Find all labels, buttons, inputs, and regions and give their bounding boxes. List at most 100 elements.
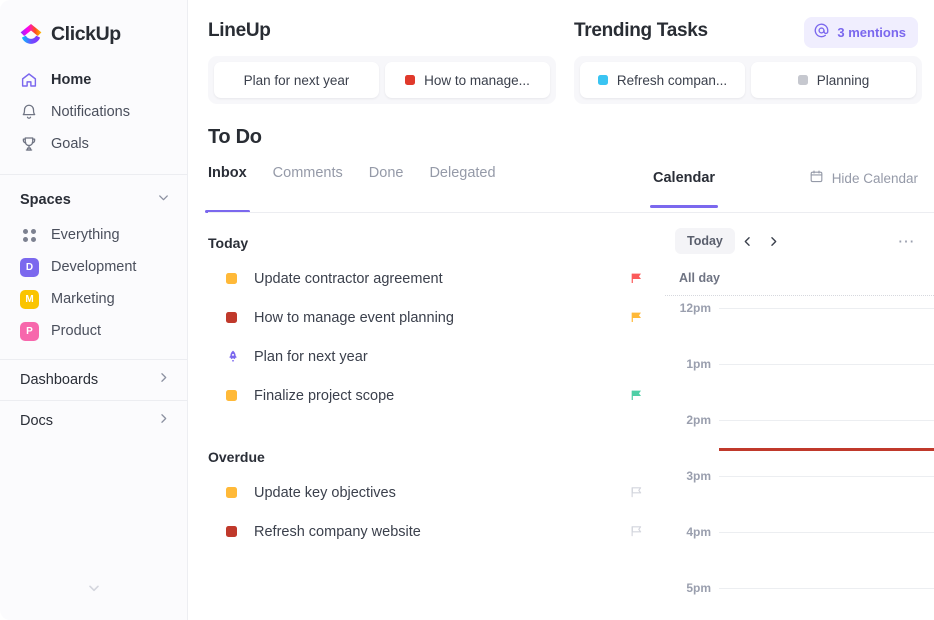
time-slot[interactable]: 4pm — [653, 525, 934, 588]
tab-delegated[interactable]: Delegated — [429, 165, 495, 205]
task-name: Plan for next year — [254, 348, 368, 365]
priority-flag-icon[interactable] — [629, 388, 645, 404]
sidebar-item-label: Goals — [51, 136, 89, 152]
status-square-icon — [597, 75, 608, 85]
sidebar-item-label: Dashboards — [20, 372, 99, 388]
time-slot[interactable]: 12pm — [653, 301, 934, 364]
time-gridline — [719, 476, 934, 477]
sidebar-item-label: Home — [51, 72, 92, 88]
task-row[interactable]: Refresh company website — [208, 512, 653, 551]
chevron-right-icon[interactable] — [761, 228, 787, 254]
task-name: Update key objectives — [254, 484, 396, 501]
space-badge: M — [20, 289, 39, 309]
tab-calendar[interactable]: Calendar — [649, 170, 719, 208]
spaces-label: Spaces — [20, 192, 71, 208]
sidebar-item-goals[interactable]: Goals — [0, 128, 187, 160]
calendar-toolbar: Today ⋯ — [653, 219, 934, 263]
app-logo-text: ClickUp — [51, 23, 121, 45]
sidebar: ClickUp Home Notifications Goals Spaces … — [0, 0, 188, 620]
status-square-icon[interactable] — [226, 487, 237, 498]
lineup-card-tray: Plan for next year How to manage... — [208, 56, 556, 104]
task-row[interactable]: Plan for next year — [208, 337, 653, 376]
task-row[interactable]: Update contractor agreement — [208, 259, 653, 298]
lineup-card[interactable]: Plan for next year — [214, 62, 379, 98]
task-group-header: Today — [208, 235, 249, 251]
status-square-icon — [797, 75, 808, 85]
tab-inbox[interactable]: Inbox — [205, 165, 250, 213]
lineup-card[interactable]: How to manage... — [385, 62, 550, 98]
task-row[interactable]: Update key objectives — [208, 473, 653, 512]
space-badge: P — [20, 321, 39, 341]
status-square-icon[interactable] — [226, 390, 237, 401]
calendar-header-divider — [653, 212, 934, 213]
task-row[interactable]: How to manage event planning — [208, 298, 653, 337]
rocket-icon[interactable] — [226, 350, 240, 364]
calendar-panel: Calendar Hide Calendar Today ⋯ All day 1… — [649, 149, 934, 620]
time-slot[interactable]: 3pm — [653, 469, 934, 532]
lineup-title: LineUp — [208, 20, 271, 41]
sidebar-item-label: Notifications — [51, 104, 130, 120]
todo-title: To Do — [208, 126, 262, 148]
sidebar-item-marketing[interactable]: M Marketing — [0, 283, 187, 315]
tab-comments[interactable]: Comments — [273, 165, 343, 205]
trending-card[interactable]: Planning — [751, 62, 916, 98]
tabs-divider — [208, 212, 653, 213]
sidebar-item-home[interactable]: Home — [0, 64, 187, 96]
sidebar-item-notifications[interactable]: Notifications — [0, 96, 187, 128]
calendar-more-options-button[interactable]: ⋯ — [898, 233, 917, 250]
trending-card[interactable]: Refresh compan... — [580, 62, 745, 98]
lineup-card-label: Plan for next year — [243, 72, 350, 88]
sidebar-divider — [0, 174, 187, 175]
task-group-header: Overdue — [208, 449, 265, 465]
priority-flag-icon[interactable] — [629, 485, 645, 501]
trending-card-tray: Refresh compan... Planning — [574, 56, 922, 104]
hide-calendar-button[interactable]: Hide Calendar — [809, 169, 918, 201]
time-label: 3pm — [686, 469, 711, 483]
trending-tasks-panel: Trending Tasks Refresh compan... Plannin… — [574, 20, 922, 104]
priority-flag-icon[interactable] — [629, 271, 645, 287]
tab-done[interactable]: Done — [369, 165, 404, 205]
time-slot[interactable]: 1pm — [653, 357, 934, 420]
sidebar-item-docs[interactable]: Docs — [0, 401, 187, 441]
status-square-icon[interactable] — [226, 526, 237, 537]
todo-tabs: Inbox Comments Done Delegated — [205, 165, 653, 213]
task-name: Update contractor agreement — [254, 270, 443, 287]
sidebar-item-everything[interactable]: Everything — [0, 219, 187, 251]
spaces-section-header[interactable]: Spaces — [0, 181, 187, 219]
clickup-logo-icon — [18, 22, 44, 48]
sidebar-item-development[interactable]: D Development — [0, 251, 187, 283]
all-day-label: All day — [679, 271, 720, 285]
task-name: Refresh company website — [254, 523, 421, 540]
priority-flag-icon[interactable] — [629, 310, 645, 326]
trending-card-label: Planning — [816, 72, 870, 88]
calendar-time-grid[interactable]: 12pm 1pm 2pm 3pm 4pm 5pm — [653, 301, 934, 620]
current-time-indicator — [719, 448, 934, 451]
sidebar-item-product[interactable]: P Product — [0, 315, 187, 347]
grid-icon — [20, 226, 39, 245]
time-label: 5pm — [686, 581, 711, 595]
chevron-right-icon[interactable] — [156, 370, 171, 390]
time-gridline — [719, 364, 934, 365]
sidebar-item-label: Product — [51, 323, 101, 339]
clickup-app-window: ClickUp Home Notifications Goals Spaces … — [0, 0, 934, 620]
app-logo[interactable]: ClickUp — [0, 16, 187, 50]
sidebar-item-label: Docs — [20, 413, 54, 429]
chevron-left-icon[interactable] — [735, 228, 761, 254]
chevron-right-icon[interactable] — [156, 411, 171, 431]
main-content: 3 mentions LineUp Plan for next year How… — [188, 0, 934, 620]
sidebar-collapse-button[interactable] — [0, 580, 187, 596]
today-button[interactable]: Today — [675, 228, 735, 254]
priority-flag-icon[interactable] — [629, 524, 645, 540]
trending-card-label: Refresh compan... — [616, 72, 728, 88]
time-slot[interactable]: 5pm — [653, 581, 934, 620]
time-gridline — [719, 532, 934, 533]
sidebar-item-dashboards[interactable]: Dashboards — [0, 360, 187, 400]
status-square-icon[interactable] — [226, 273, 237, 284]
sidebar-item-label: Development — [51, 259, 137, 275]
task-row[interactable]: Finalize project scope — [208, 376, 653, 415]
sidebar-item-label: Everything — [51, 227, 120, 243]
lineup-card-label: How to manage... — [424, 72, 530, 88]
chevron-down-icon[interactable] — [156, 190, 171, 210]
time-gridline — [719, 588, 934, 589]
status-square-icon[interactable] — [226, 312, 237, 323]
